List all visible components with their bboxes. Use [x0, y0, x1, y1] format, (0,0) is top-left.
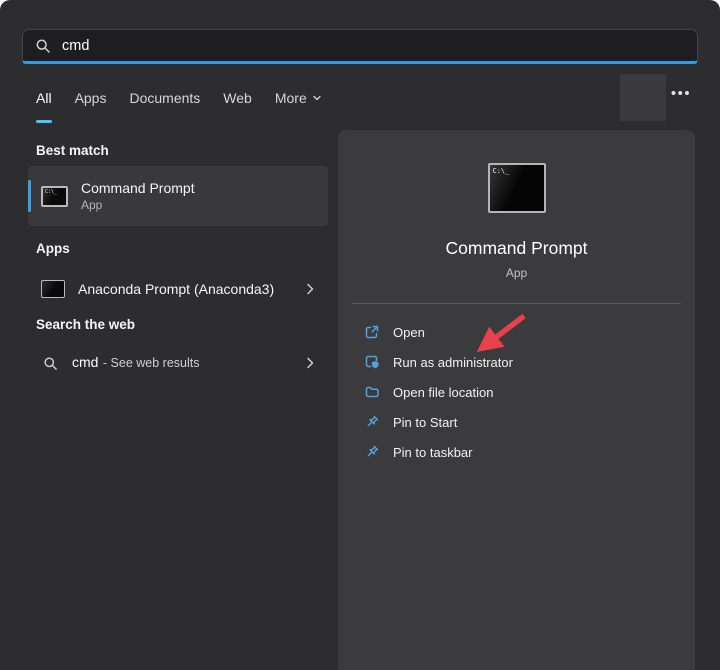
- selection-accent-pill: [28, 180, 31, 212]
- tab-documents[interactable]: Documents: [129, 90, 200, 110]
- web-result-cmd[interactable]: cmd - See web results: [28, 344, 328, 382]
- best-match-subtitle: App: [81, 198, 195, 213]
- app-result-anaconda[interactable]: Anaconda Prompt (Anaconda3): [28, 268, 328, 310]
- search-input[interactable]: [62, 38, 685, 54]
- action-label: Run as administrator: [393, 355, 513, 370]
- best-match-title: Command Prompt: [81, 179, 195, 197]
- web-result-query: cmd: [72, 354, 98, 370]
- open-external-icon: [364, 324, 380, 340]
- chevron-right-icon[interactable]: [303, 356, 317, 370]
- anaconda-prompt-icon: [41, 280, 65, 298]
- command-prompt-large-icon: C:\_: [488, 163, 546, 213]
- best-match-result[interactable]: C:\_ Command Prompt App: [28, 166, 328, 226]
- preview-panel: C:\_ Command Prompt App Open Run as admi…: [338, 130, 695, 670]
- command-prompt-icon: C:\_: [41, 186, 68, 207]
- chevron-right-icon[interactable]: [303, 282, 317, 296]
- action-list: Open Run as administrator Open file loca…: [338, 317, 695, 467]
- preview-subtitle: App: [338, 266, 695, 280]
- tab-more[interactable]: More: [275, 90, 322, 110]
- preview-title: Command Prompt: [338, 238, 695, 259]
- tab-apps[interactable]: Apps: [75, 90, 107, 110]
- apps-heading: Apps: [36, 241, 70, 256]
- search-filter-tabs: All Apps Documents Web More: [36, 90, 322, 110]
- action-run-as-administrator[interactable]: Run as administrator: [338, 347, 695, 377]
- app-result-label: Anaconda Prompt (Anaconda3): [78, 280, 274, 298]
- run-as-admin-icon: [364, 354, 380, 370]
- action-label: Open file location: [393, 385, 493, 400]
- search-web-heading: Search the web: [36, 317, 135, 332]
- best-match-heading: Best match: [36, 143, 109, 158]
- pin-icon: [364, 414, 380, 430]
- start-search-flyout: All Apps Documents Web More ••• Best mat…: [0, 0, 720, 670]
- action-pin-to-taskbar[interactable]: Pin to taskbar: [338, 437, 695, 467]
- action-label: Pin to Start: [393, 415, 457, 430]
- search-icon: [35, 38, 51, 54]
- tab-more-label: More: [275, 90, 307, 106]
- search-icon: [43, 356, 58, 371]
- action-pin-to-start[interactable]: Pin to Start: [338, 407, 695, 437]
- tab-web[interactable]: Web: [223, 90, 252, 110]
- more-options-button[interactable]: •••: [664, 82, 698, 104]
- separator: [352, 303, 681, 304]
- header-hover-highlight: [620, 74, 666, 121]
- web-result-text: cmd - See web results: [72, 354, 199, 372]
- action-label: Open: [393, 325, 425, 340]
- action-open-file-location[interactable]: Open file location: [338, 377, 695, 407]
- search-bar[interactable]: [22, 29, 698, 64]
- chevron-down-icon: [312, 93, 322, 103]
- tab-all[interactable]: All: [36, 90, 52, 110]
- best-match-text: Command Prompt App: [81, 179, 195, 213]
- web-result-suffix-text: - See web results: [103, 356, 200, 370]
- action-open[interactable]: Open: [338, 317, 695, 347]
- folder-icon: [364, 384, 380, 400]
- pin-icon: [364, 444, 380, 460]
- action-label: Pin to taskbar: [393, 445, 473, 460]
